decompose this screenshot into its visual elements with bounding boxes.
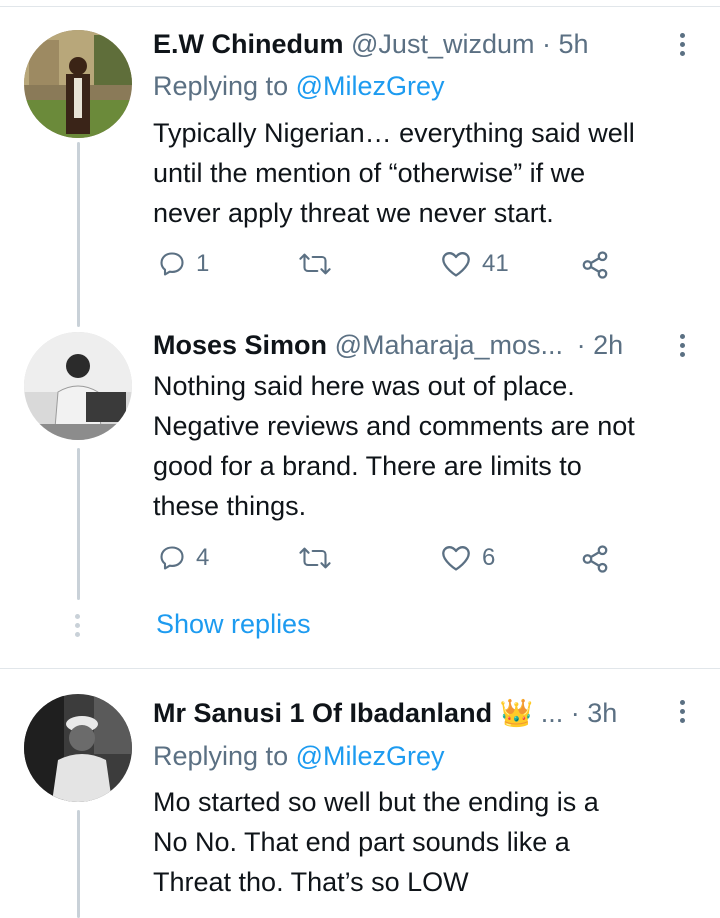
tweet-divider — [0, 668, 720, 669]
like-count: 6 — [482, 544, 496, 571]
share-icon — [582, 251, 608, 279]
avatar-tweet-2[interactable] — [24, 332, 132, 440]
replying-to-label: Replying to — [153, 741, 289, 771]
retweet-button[interactable] — [298, 544, 342, 572]
tweet-2-text: Nothing said here was out of place. Nega… — [153, 366, 703, 526]
tweet-3-replying-to: Replying to @MilezGrey — [153, 739, 445, 773]
crown-emoji: 👑 — [499, 698, 534, 729]
tweet-2-text-line: Nothing said here was out of place. — [153, 371, 575, 401]
reply-button[interactable]: 4 — [158, 544, 209, 572]
replying-to-label: Replying to — [153, 71, 289, 101]
tweet-2-separator: · — [576, 330, 586, 360]
tweet-1-text: Typically Nigerian… everything said well… — [153, 113, 703, 233]
replying-to-mention[interactable]: @MilezGrey — [296, 71, 445, 101]
tweet-2-text-line: these things. — [153, 491, 307, 521]
tweet-3-truncated-handle[interactable]: ... — [541, 698, 564, 728]
thread-line-2 — [77, 448, 80, 600]
show-replies-link[interactable]: Show replies — [156, 607, 311, 641]
share-button[interactable] — [580, 250, 610, 280]
tweet-2-handle[interactable]: @Maharaja_mos... — [335, 330, 564, 360]
tweet-1-separator: · — [542, 29, 551, 59]
avatar-tweet-3[interactable] — [24, 694, 132, 802]
avatar-photo-3 — [24, 694, 132, 802]
tweet-3-text: Mo started so well but the ending is a N… — [153, 782, 703, 902]
heart-icon — [442, 252, 470, 277]
tweet-1-handle[interactable]: @Just_wizdum — [351, 29, 534, 59]
share-button[interactable] — [580, 544, 610, 574]
tweet-2-text-line: Negative reviews and comments are not — [153, 411, 635, 441]
more-vertical-icon[interactable] — [680, 334, 686, 361]
tweet-1-text-line: never apply threat we never start. — [153, 198, 554, 228]
avatar-photo-1 — [24, 30, 132, 138]
tweet-3-text-line: Threat tho. That’s so LOW — [153, 867, 469, 897]
retweet-icon — [299, 547, 331, 569]
tweet-1-timestamp[interactable]: 5h — [559, 29, 589, 59]
tweet-1-replying-to: Replying to @MilezGrey — [153, 69, 445, 103]
reply-icon — [160, 252, 184, 276]
like-count: 41 — [482, 250, 509, 277]
like-button[interactable]: 6 — [440, 544, 495, 572]
tweet-3-text-line: Mo started so well but the ending is a — [153, 787, 599, 817]
tweet-3-header: Mr Sanusi 1 Of Ibadanland 👑 ... · 3h — [153, 696, 617, 731]
heart-icon — [442, 546, 470, 571]
retweet-icon — [299, 253, 331, 275]
tweet-2-text-line: good for a brand. There are limits to — [153, 451, 582, 481]
tweet-1-text-line: until the mention of “otherwise” if we — [153, 158, 586, 188]
retweet-button[interactable] — [298, 250, 342, 278]
like-button[interactable]: 41 — [440, 250, 509, 278]
thread-line-1 — [77, 142, 80, 327]
reply-icon — [160, 546, 184, 570]
reply-count: 1 — [196, 250, 210, 277]
replying-to-mention[interactable]: @MilezGrey — [296, 741, 445, 771]
tweet-1-author-name[interactable]: E.W Chinedum — [153, 29, 344, 59]
thread-line-3 — [77, 810, 80, 918]
reply-button[interactable]: 1 — [158, 250, 209, 278]
tweet-1-text-line: Typically Nigerian… everything said well — [153, 118, 635, 148]
avatar-tweet-1[interactable] — [24, 30, 132, 138]
tweet-2-author-name[interactable]: Moses Simon — [153, 330, 327, 360]
share-icon — [582, 545, 608, 573]
tweet-2-header: Moses Simon @Maharaja_mos... · 2h — [153, 328, 623, 362]
thread-collapse-dots-icon — [75, 614, 81, 641]
top-divider — [0, 6, 720, 7]
reply-count: 4 — [196, 544, 210, 571]
tweet-2-timestamp[interactable]: 2h — [593, 330, 623, 360]
avatar-photo-2 — [24, 332, 132, 440]
more-vertical-icon[interactable] — [680, 33, 686, 60]
tweet-3-separator: · — [570, 698, 580, 728]
tweet-3-timestamp[interactable]: 3h — [587, 698, 617, 728]
tweet-1-header: E.W Chinedum @Just_wizdum · 5h — [153, 27, 589, 61]
more-vertical-icon[interactable] — [680, 700, 686, 727]
tweet-3-author-name[interactable]: Mr Sanusi 1 Of Ibadanland — [153, 698, 492, 728]
tweet-3-text-line: No No. That end part sounds like a — [153, 827, 570, 857]
